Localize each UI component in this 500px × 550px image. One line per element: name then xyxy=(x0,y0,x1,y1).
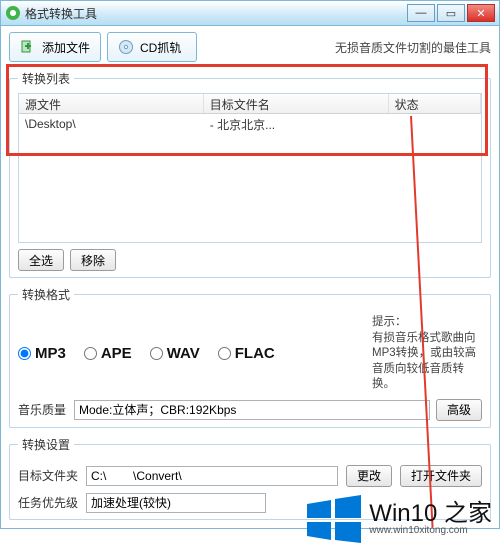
add-files-icon xyxy=(20,39,36,55)
target-folder-label: 目标文件夹 xyxy=(18,467,78,484)
radio-ape[interactable]: APE xyxy=(84,345,132,362)
format-radio-group: MP3 APE WAV FLAC xyxy=(18,345,275,362)
add-files-button[interactable]: 添加文件 xyxy=(9,32,101,62)
conversion-list-fieldset: 转换列表 源文件 目标文件名 状态 \Desktop\ - 北京北京... 全选… xyxy=(9,70,491,278)
table-header: 源文件 目标文件名 状态 xyxy=(19,94,481,114)
change-folder-button[interactable]: 更改 xyxy=(346,465,392,487)
window-buttons: — ▭ ✕ xyxy=(405,4,495,22)
conversion-list-legend: 转换列表 xyxy=(18,70,74,87)
radio-ape-input[interactable] xyxy=(84,347,97,360)
minimize-button[interactable]: — xyxy=(407,4,435,22)
open-folder-button[interactable]: 打开文件夹 xyxy=(400,465,482,487)
radio-flac-input[interactable] xyxy=(218,347,231,360)
format-fieldset: 转换格式 MP3 APE WAV FLAC 提示： 有损音乐格式歌曲向MP3转换… xyxy=(9,286,491,428)
maximize-button[interactable]: ▭ xyxy=(437,4,465,22)
list-buttons: 全选 移除 xyxy=(18,249,482,271)
quality-label: 音乐质量 xyxy=(18,401,66,418)
cd-grab-label: CD抓轨 xyxy=(140,39,181,56)
table-row[interactable]: \Desktop\ - 北京北京... xyxy=(19,114,481,134)
cell-target: - 北京北京... xyxy=(204,114,389,135)
cell-source: \Desktop\ xyxy=(19,115,204,133)
cd-icon xyxy=(118,39,134,55)
titlebar: 格式转换工具 — ▭ ✕ xyxy=(0,0,500,26)
col-source[interactable]: 源文件 xyxy=(19,94,204,113)
radio-mp3[interactable]: MP3 xyxy=(18,345,66,362)
windows-logo-icon xyxy=(303,494,363,544)
priority-field[interactable] xyxy=(86,493,266,513)
settings-legend: 转换设置 xyxy=(18,436,74,453)
remove-button[interactable]: 移除 xyxy=(70,249,116,271)
watermark-url: www.win10xitong.com xyxy=(369,526,467,537)
col-target[interactable]: 目标文件名 xyxy=(204,94,389,113)
advanced-button[interactable]: 高级 xyxy=(436,399,482,421)
window-body: 添加文件 CD抓轨 无损音质文件切割的最佳工具 转换列表 源文件 目标文件名 状… xyxy=(0,26,500,529)
watermark: Win10 之家 www.win10xitong.com xyxy=(303,494,492,544)
format-legend: 转换格式 xyxy=(18,286,74,303)
radio-mp3-input[interactable] xyxy=(18,347,31,360)
radio-wav-input[interactable] xyxy=(150,347,163,360)
file-table[interactable]: 源文件 目标文件名 状态 \Desktop\ - 北京北京... xyxy=(18,93,482,243)
close-button[interactable]: ✕ xyxy=(467,4,495,22)
cell-status xyxy=(389,122,481,126)
toolbar: 添加文件 CD抓轨 无损音质文件切割的最佳工具 xyxy=(9,32,491,62)
cd-grab-button[interactable]: CD抓轨 xyxy=(107,32,197,62)
quality-field[interactable] xyxy=(74,400,430,420)
tagline: 无损音质文件切割的最佳工具 xyxy=(335,39,491,56)
format-hint: 提示： 有损音乐格式歌曲向MP3转换，或由较高音质向较低音质转换。 xyxy=(372,315,482,393)
radio-flac[interactable]: FLAC xyxy=(218,345,275,362)
target-folder-field[interactable] xyxy=(86,466,338,486)
select-all-button[interactable]: 全选 xyxy=(18,249,64,271)
col-status[interactable]: 状态 xyxy=(389,94,481,113)
priority-label: 任务优先级 xyxy=(18,494,78,511)
app-icon xyxy=(5,5,21,21)
window-title: 格式转换工具 xyxy=(25,5,405,22)
radio-wav[interactable]: WAV xyxy=(150,345,200,362)
add-files-label: 添加文件 xyxy=(42,39,90,56)
watermark-brand: Win10 之家 xyxy=(369,501,492,526)
